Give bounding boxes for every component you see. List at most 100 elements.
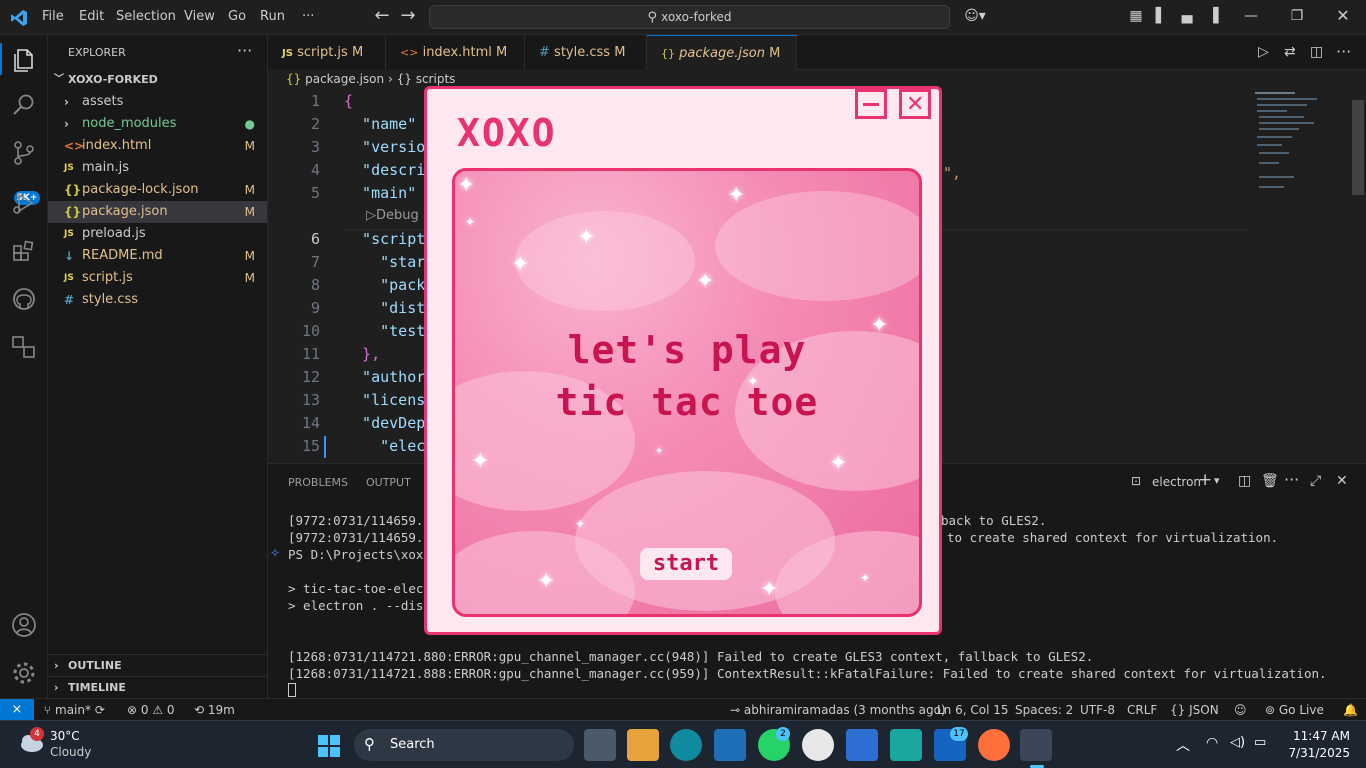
weather-widget[interactable]: 4 30°C Cloudy [18,727,91,759]
terminal-name[interactable]: electron [1152,475,1201,489]
encoding[interactable]: UTF-8 [1080,699,1115,721]
restore-window-icon[interactable]: ❐ [1289,8,1305,24]
tab-script-js[interactable]: JS script.js M [268,35,386,70]
problems-indicator[interactable]: ⊗ 0 ⚠ 0 [127,699,175,721]
vscode-taskbar-icon[interactable] [714,729,746,761]
editor-scrollbar[interactable] [1352,100,1364,195]
customize-layout-icon[interactable]: ▦ [1128,8,1144,24]
session-time[interactable]: ⟲ 19m [194,699,235,721]
toggle-secondary-sidebar-icon[interactable]: ▐ [1205,8,1221,24]
clock-time[interactable]: 11:47 AM [1290,729,1350,743]
tab-style-css[interactable]: # style.css M [525,35,647,70]
game-minimize-button[interactable] [855,89,887,119]
explorer-item[interactable]: {} package.json M [48,201,267,223]
app-store-icon[interactable] [802,729,834,761]
menu-go[interactable]: Go [228,9,246,24]
search-icon[interactable] [10,91,38,119]
back-arrow-icon[interactable]: ← [374,7,390,25]
run-file-icon[interactable]: ▷ [1258,44,1269,60]
close-window-icon[interactable]: ✕ [1335,8,1351,24]
explorer-item[interactable]: ↓ README.md M [48,245,267,267]
notifications-bell-icon[interactable]: 🔔 [1343,699,1358,721]
explorer-item[interactable]: # style.css [48,289,267,311]
wifi-icon[interactable]: ◠ [1206,735,1218,751]
cursor-position[interactable]: Ln 6, Col 15 [937,699,1009,721]
command-center-search[interactable]: ⚲ xoxo-forked [429,5,950,29]
explorer-item[interactable]: {} package-lock.json M [48,179,267,201]
explorer-item[interactable]: › assets [48,91,267,113]
explorer-item[interactable]: › node_modules ● [48,113,267,135]
tab-package-json[interactable]: {} package.json M ✕ [647,35,797,96]
source-control-icon[interactable] [10,139,38,167]
windows-taskbar: 4 30°C Cloudy ⚲ Search 2 17 ︿ ◠ ◁) ▭ 11:… [0,720,1366,768]
menu-run[interactable]: Run [260,9,285,24]
maximize-panel-icon[interactable]: ⤢ [1310,473,1321,489]
close-panel-icon[interactable]: ✕ [1336,473,1348,489]
menu-view[interactable]: View [184,9,215,24]
task-view-icon[interactable] [584,729,616,761]
indentation[interactable]: Spaces: 2 [1015,699,1073,721]
electron-app-icon[interactable] [1020,729,1052,761]
breadcrumb-symbol[interactable]: scripts [416,72,456,86]
terminal-scrollbar[interactable] [1352,514,1360,644]
split-editor-icon[interactable]: ◫ [1310,44,1323,60]
line-endings[interactable]: CRLF [1127,699,1157,721]
file-explorer-icon[interactable] [627,729,659,761]
menu-edit[interactable]: Edit [79,9,104,24]
timeline-section[interactable]: › TIMELINE [48,677,267,699]
trash-icon[interactable]: 🗑 [1261,473,1279,489]
menu-more[interactable]: ··· [302,9,314,24]
open-changes-icon[interactable]: ⇄ [1284,44,1296,60]
explorer-item[interactable]: JS script.js M [48,267,267,289]
menu-file[interactable]: File [42,9,64,24]
minimize-window-icon[interactable]: — [1243,8,1259,24]
run-debug-icon[interactable] [10,189,38,217]
chevron-down-icon[interactable]: ▾ [1214,474,1220,487]
explorer-more-icon[interactable]: ··· [237,41,252,60]
editor-more-icon[interactable]: ··· [1336,42,1351,61]
outline-section[interactable]: › OUTLINE [48,655,267,677]
remote-explorer-icon[interactable] [10,333,38,361]
workspace-root[interactable]: ﹀ XOXO-FORKED [48,69,267,91]
split-terminal-icon[interactable]: ◫ [1238,473,1251,489]
tab-index-html[interactable]: <> index.html M [386,35,525,70]
tab-problems[interactable]: PROBLEMS [288,476,348,489]
volume-icon[interactable]: ◁) [1230,735,1245,750]
app-icon[interactable] [890,729,922,761]
toggle-panel-icon[interactable]: ▄ [1179,8,1195,24]
new-terminal-icon[interactable]: + [1198,470,1212,490]
copilot-icon[interactable]: ☺▾ [962,8,988,24]
tab-output[interactable]: OUTPUT [366,476,411,489]
language-mode[interactable]: {} JSON [1170,699,1219,721]
clock-date[interactable]: 7/31/2025 [1282,746,1350,760]
start-button[interactable]: start [640,548,732,580]
explorer-item[interactable]: JS preload.js [48,223,267,245]
remote-indicator-icon[interactable]: ⨯ [0,699,34,721]
minimap[interactable] [1253,92,1323,202]
branch-indicator[interactable]: ⑂ main* ⟳ [44,699,105,721]
github-icon[interactable] [10,285,38,313]
taskbar-search-box[interactable]: ⚲ Search [354,729,574,761]
browser-icon[interactable] [846,729,878,761]
panel-more-icon[interactable]: ··· [1284,470,1299,489]
git-blame[interactable]: ⊸ abhiramiramadas (3 months ago) [730,699,946,721]
accounts-icon[interactable] [10,611,38,639]
forward-arrow-icon[interactable]: → [400,7,416,25]
windows-start-icon[interactable] [318,735,340,757]
go-live[interactable]: ⊚ Go Live [1265,699,1324,721]
chevron-up-icon[interactable]: ︿ [1176,735,1190,755]
explorer-icon[interactable] [10,45,38,73]
settings-gear-icon[interactable] [10,659,38,687]
explorer-item[interactable]: <> index.html M [48,135,267,157]
copilot-status-icon[interactable]: ☺ [1234,699,1247,721]
toggle-sidebar-icon[interactable]: ▌ [1153,8,1169,24]
game-close-button[interactable]: ✕ [899,89,931,119]
debug-codelens[interactable]: ▷Debug [366,208,419,223]
breadcrumb-file[interactable]: package.json [305,72,384,86]
battery-icon[interactable]: ▭ [1254,735,1266,750]
explorer-item[interactable]: JS main.js [48,157,267,179]
edge-browser-icon[interactable] [670,729,702,761]
extensions-icon[interactable] [10,237,38,265]
menu-selection[interactable]: Selection [116,9,176,24]
postman-icon[interactable] [978,729,1010,761]
